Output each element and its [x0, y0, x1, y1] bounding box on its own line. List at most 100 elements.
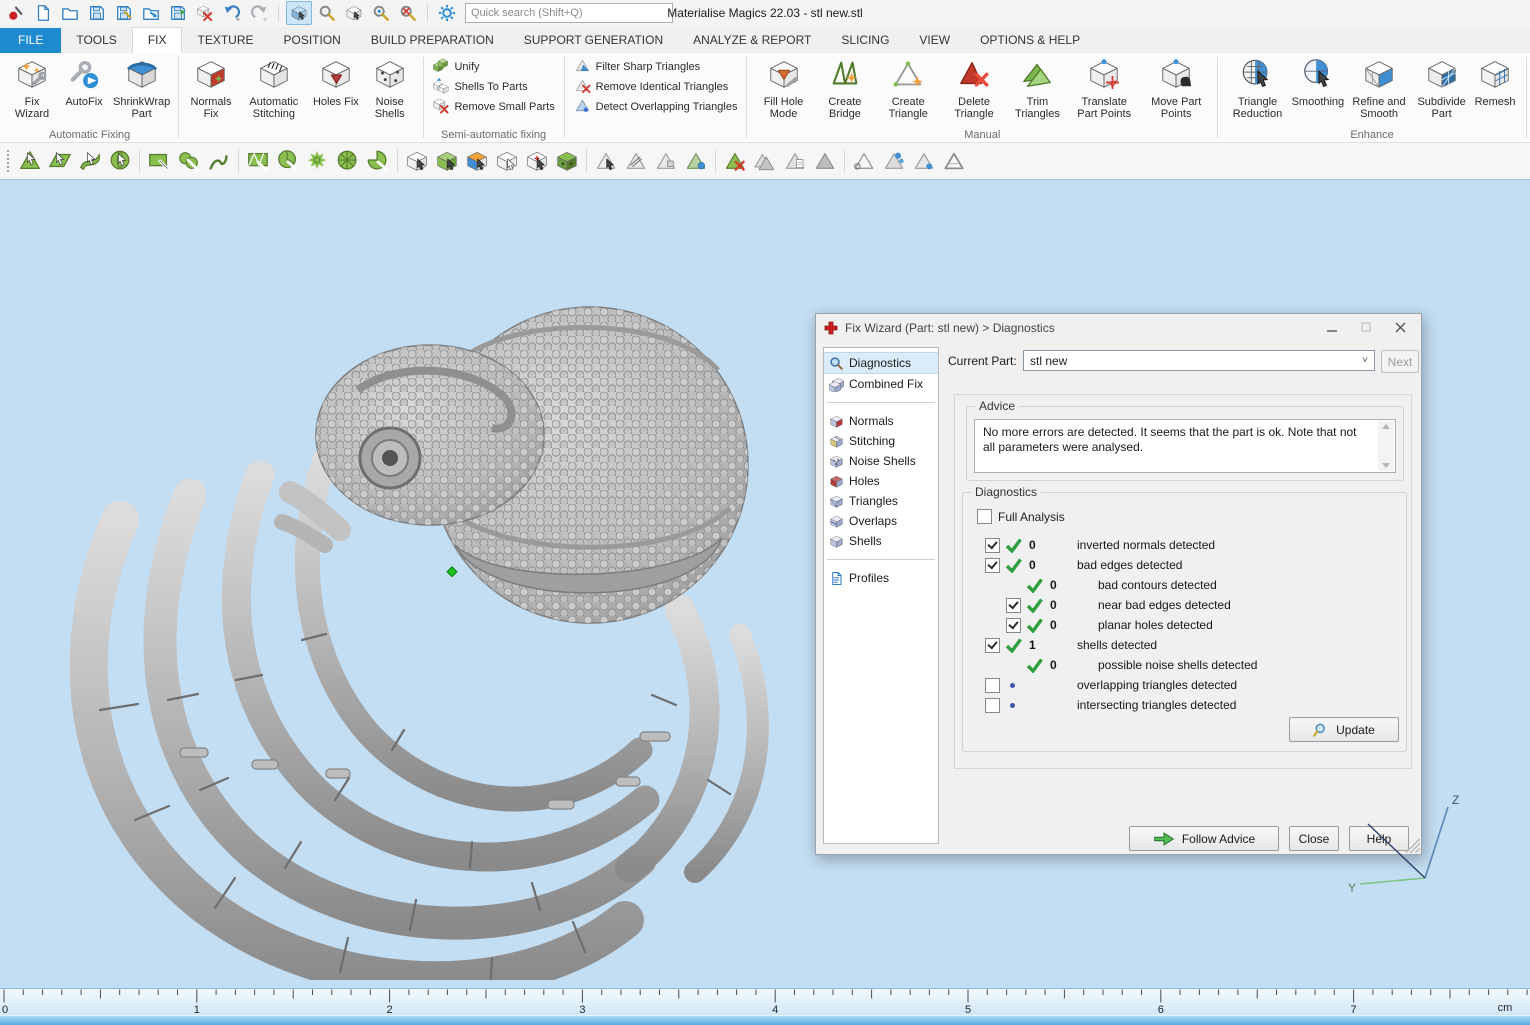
close-button[interactable]: Close: [1289, 826, 1339, 851]
sidebar-item-noise-shells[interactable]: Noise Shells: [824, 451, 938, 471]
triangle-dot-tool-icon[interactable]: [909, 146, 939, 176]
scroll-down-icon[interactable]: [1382, 463, 1390, 468]
export-part-icon[interactable]: [166, 2, 190, 24]
viewport-3d[interactable]: Z Y Fix Wizard (Part: stl new) > Diagnos…: [0, 180, 1530, 988]
rectangle-selection-tool-icon[interactable]: [144, 146, 174, 176]
triangle-solid-tool-icon[interactable]: [810, 146, 840, 176]
unify-button[interactable]: Unify: [428, 58, 558, 76]
remove-part-icon[interactable]: [193, 2, 217, 24]
save-project-icon[interactable]: [85, 2, 109, 24]
full-analysis-checkbox[interactable]: [977, 509, 992, 524]
help-button[interactable]: Help: [1349, 826, 1409, 851]
triangle-pair-tool-icon[interactable]: [750, 146, 780, 176]
triangle-drops-tool-icon[interactable]: [879, 146, 909, 176]
translate-part-points-button[interactable]: Translate Part Points: [1068, 55, 1140, 123]
quick-search-input[interactable]: [465, 3, 673, 23]
triangle-outline-tool-icon[interactable]: [591, 146, 621, 176]
zoom-out-icon[interactable]: [396, 2, 420, 24]
current-part-combobox[interactable]: stl new ˅: [1023, 350, 1375, 371]
tab-view[interactable]: VIEW: [904, 28, 965, 53]
remove-identical-triangles-button[interactable]: Remove Identical Triangles: [570, 78, 742, 96]
triangle-document-tool-icon[interactable]: [780, 146, 810, 176]
remesh-button[interactable]: Remesh: [1469, 55, 1521, 110]
shells-to-parts-button[interactable]: Shells To Parts: [428, 78, 558, 96]
triangle-measure-tool-icon[interactable]: [621, 146, 651, 176]
autofix-button[interactable]: AutoFix: [58, 55, 110, 110]
normals-fix-button[interactable]: Normals Fix: [184, 55, 238, 123]
triangle-blue-drop-tool-icon[interactable]: [681, 146, 711, 176]
detect-overlapping-triangles-button[interactable]: Detect Overlapping Triangles: [570, 98, 742, 116]
tab-position[interactable]: POSITION: [269, 28, 356, 53]
zoom-selected-view-icon[interactable]: [286, 1, 312, 25]
update-button[interactable]: Update: [1289, 717, 1399, 742]
create-bridge-button[interactable]: Create Bridge: [815, 55, 875, 123]
sidebar-item-normals[interactable]: Normals: [824, 411, 938, 431]
import-part-icon[interactable]: [139, 2, 163, 24]
scroll-up-icon[interactable]: [1382, 424, 1390, 429]
select-part-tool-icon[interactable]: [402, 146, 432, 176]
select-part-green-tool-icon[interactable]: [432, 146, 462, 176]
tab-file[interactable]: FILE: [0, 28, 61, 53]
tab-slicing[interactable]: SLICING: [826, 28, 904, 53]
sidebar-item-shells[interactable]: Shells: [824, 531, 938, 551]
tab-analyze-report[interactable]: ANALYZE & REPORT: [678, 28, 826, 53]
move-part-points-button[interactable]: Move Part Points: [1140, 55, 1212, 123]
mark-surface-tool-icon[interactable]: [75, 146, 105, 176]
diagnostic-checkbox[interactable]: [985, 558, 1000, 573]
undo-icon[interactable]: [220, 2, 244, 24]
shrinkwrap-part-button[interactable]: ShrinkWrap Part: [110, 55, 173, 123]
sidebar-item-profiles[interactable]: Profiles: [824, 568, 938, 588]
triangle-delete-tool-icon[interactable]: [720, 146, 750, 176]
diagnostic-checkbox[interactable]: [1006, 618, 1021, 633]
mark-shell-tool-icon[interactable]: [105, 146, 135, 176]
toolbar-drag-handle[interactable]: [6, 149, 11, 173]
create-triangle-button[interactable]: Create Triangle: [875, 55, 941, 123]
subdivide-part-button[interactable]: Subdivide Part: [1414, 55, 1469, 123]
save-part-icon[interactable]: [112, 2, 136, 24]
triangle-circle-tool-icon[interactable]: [849, 146, 879, 176]
sidebar-item-holes[interactable]: Holes: [824, 471, 938, 491]
window-selection-tool-icon[interactable]: [243, 146, 273, 176]
smoothing-button[interactable]: Smoothing: [1292, 55, 1344, 110]
curve-selection-tool-icon[interactable]: [204, 146, 234, 176]
select-part-colored-tool-icon[interactable]: [462, 146, 492, 176]
sidebar-item-stitching[interactable]: Stitching: [824, 431, 938, 451]
triangle-flag-tool-icon[interactable]: [651, 146, 681, 176]
part-preview-icon[interactable]: [315, 2, 339, 24]
fix-part-tool-icon[interactable]: [522, 146, 552, 176]
app-logo-icon[interactable]: [4, 2, 28, 24]
noise-shells-button[interactable]: Noise Shells: [362, 55, 418, 123]
section-selection-tool-icon[interactable]: [363, 146, 393, 176]
part-spider-ring-model[interactable]: [40, 280, 800, 980]
dialog-minimize-button[interactable]: [1315, 316, 1349, 338]
tab-fix[interactable]: FIX: [132, 27, 183, 53]
settings-icon[interactable]: [435, 2, 459, 24]
dialog-maximize-button[interactable]: [1349, 316, 1383, 338]
fill-hole-mode-button[interactable]: Fill Hole Mode: [752, 55, 814, 123]
deselect-part-tool-icon[interactable]: [492, 146, 522, 176]
sidebar-item-triangles[interactable]: Triangles: [824, 491, 938, 511]
diagnostic-checkbox[interactable]: [985, 538, 1000, 553]
sidebar-item-overlaps[interactable]: Overlaps: [824, 511, 938, 531]
diagnostic-checkbox[interactable]: [1006, 598, 1021, 613]
triangle-reduction-button[interactable]: Triangle Reduction: [1223, 55, 1292, 123]
mark-plane-tool-icon[interactable]: [45, 146, 75, 176]
fix-wizard-button[interactable]: Fix Wizard: [6, 55, 58, 123]
refine-and-smooth-button[interactable]: Refine and Smooth: [1344, 55, 1414, 123]
next-button[interactable]: Next: [1381, 350, 1419, 373]
trim-triangles-button[interactable]: Trim Triangles: [1007, 55, 1069, 123]
automatic-stitching-button[interactable]: Automatic Stitching: [238, 55, 310, 123]
diagnostic-checkbox[interactable]: [985, 678, 1000, 693]
diagnostic-checkbox[interactable]: [985, 638, 1000, 653]
follow-advice-button[interactable]: Follow Advice: [1129, 826, 1279, 851]
star-selection-tool-icon[interactable]: [303, 146, 333, 176]
holes-fix-button[interactable]: Holes Fix: [310, 55, 362, 110]
brush-selection-tool-icon[interactable]: [174, 146, 204, 176]
diagnostic-checkbox[interactable]: [985, 698, 1000, 713]
remove-small-parts-button[interactable]: Remove Small Parts: [428, 98, 558, 116]
filter-sharp-triangles-button[interactable]: Filter Sharp Triangles: [570, 58, 742, 76]
triangle-frame-tool-icon[interactable]: [939, 146, 969, 176]
unify-part-tool-icon[interactable]: [552, 146, 582, 176]
unselect-part-icon[interactable]: [342, 2, 366, 24]
tab-texture[interactable]: TEXTURE: [182, 28, 268, 53]
